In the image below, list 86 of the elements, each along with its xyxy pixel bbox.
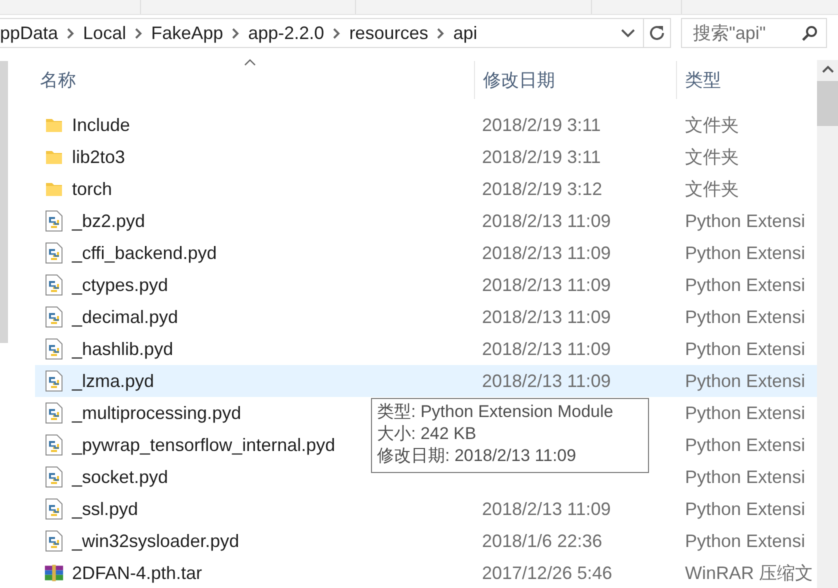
- file-name: 2DFAN-4.pth.tar: [72, 562, 202, 584]
- file-name: _decimal.pyd: [72, 306, 178, 328]
- file-name: _lzma.pyd: [72, 370, 154, 392]
- file-name: _ctypes.pyd: [72, 274, 168, 296]
- python-file-icon: [45, 530, 63, 552]
- file-type: Python Extensi: [685, 274, 806, 294]
- search-placeholder: 搜索"api": [693, 22, 766, 45]
- file-type: Python Extensi: [685, 498, 806, 518]
- modified-date: 2018/2/19 3:11: [481, 114, 601, 134]
- modified-date: 2018/2/19 3:12: [481, 178, 602, 198]
- python-file-icon: [45, 434, 63, 456]
- file-type: Python Extensi: [685, 402, 806, 422]
- file-type: Python Extensi: [685, 306, 806, 326]
- chevron-right-icon: [437, 28, 444, 38]
- archive-icon: [44, 563, 64, 583]
- breadcrumb[interactable]: api: [453, 22, 478, 44]
- chevron-right-icon: [67, 28, 74, 38]
- scrollbar[interactable]: [0, 61, 8, 343]
- address-bar[interactable]: ppData Local FakeApp app-2.2.0 resources api: [0, 18, 671, 48]
- python-file-icon: [45, 498, 63, 520]
- tooltip-line: 修改日期: 2018/2/13 11:09: [377, 445, 578, 467]
- breadcrumb[interactable]: resources: [349, 22, 428, 44]
- file-name: _ssl.pyd: [72, 498, 138, 520]
- file-type: Python Extensi: [685, 466, 806, 486]
- scroll-thumb[interactable]: [817, 81, 838, 126]
- file-type: Python Extensi: [685, 242, 806, 262]
- modified-date: 2018/1/6 22:36: [481, 530, 602, 550]
- file-type: Python Extensi: [685, 530, 806, 550]
- search-icon: [802, 25, 818, 41]
- modified-date: 2018/2/19 3:11: [481, 146, 601, 166]
- file-name: _multiprocessing.pyd: [72, 402, 242, 424]
- modified-date: 2018/2/13 11:09: [481, 306, 611, 326]
- modified-date: 2018/2/13 11:09: [481, 370, 611, 390]
- file-type: Python Extensi: [685, 338, 806, 358]
- file-name: lib2to3: [72, 146, 126, 168]
- file-name: Include: [72, 114, 130, 136]
- modified-date: 2018/2/13 11:09: [481, 338, 611, 358]
- file-type: Python Extensi: [685, 210, 806, 230]
- file-name: torch: [72, 178, 112, 200]
- python-file-icon: [45, 338, 63, 360]
- folder-icon: [45, 116, 63, 134]
- file-type: WinRAR 压缩文: [685, 563, 814, 583]
- sort-caret-icon: [244, 59, 256, 66]
- file-type: Python Extensi: [685, 434, 806, 454]
- python-file-icon: [45, 306, 63, 328]
- dropdown-chevron-icon[interactable]: [621, 28, 635, 38]
- breadcrumb[interactable]: ppData: [0, 22, 58, 44]
- file-type: Python Extensi: [685, 370, 806, 390]
- modified-date: 2018/2/13 11:09: [481, 498, 611, 518]
- chevron-right-icon: [135, 28, 142, 38]
- modified-date: 2018/2/13 11:09: [481, 210, 611, 230]
- tooltip-line: 类型: Python Extension Module: [377, 401, 614, 423]
- column-header[interactable]: 名称: [35, 70, 76, 90]
- python-file-icon: [45, 210, 63, 232]
- search-field[interactable]: 搜索"api": [681, 18, 827, 48]
- breadcrumb[interactable]: app-2.2.0: [248, 22, 324, 44]
- file-type: 文件夹: [685, 115, 739, 135]
- python-file-icon: [45, 402, 63, 424]
- folder-icon: [45, 180, 63, 198]
- modified-date: 2017/12/26 5:46: [481, 562, 612, 582]
- file-name: _cffi_backend.pyd: [72, 242, 217, 264]
- scroll-up-icon[interactable]: [822, 65, 834, 73]
- column-header[interactable]: 修改日期: [478, 68, 555, 92]
- file-name: _bz2.pyd: [72, 210, 146, 232]
- file-name: _socket.pyd: [72, 466, 168, 488]
- python-file-icon: [45, 242, 63, 264]
- modified-date: 2018/2/13 11:09: [481, 274, 611, 294]
- breadcrumb[interactable]: Local: [83, 22, 126, 44]
- python-file-icon: [45, 370, 63, 392]
- file-type: 文件夹: [685, 179, 739, 199]
- row-highlight[interactable]: [35, 365, 817, 397]
- chevron-right-icon: [232, 28, 240, 38]
- file-name: _win32sysloader.pyd: [72, 530, 240, 552]
- file-type: 文件夹: [685, 147, 739, 167]
- python-file-icon: [45, 274, 63, 296]
- modified-date: 2018/2/13 11:09: [481, 242, 611, 262]
- chevron-right-icon: [333, 28, 340, 38]
- python-file-icon: [45, 466, 63, 488]
- refresh-icon[interactable]: [648, 24, 666, 42]
- breadcrumb[interactable]: FakeApp: [151, 22, 224, 44]
- file-name: _hashlib.pyd: [72, 338, 174, 360]
- column-header[interactable]: 类型: [680, 68, 721, 92]
- folder-icon: [45, 148, 63, 166]
- scrollbar[interactable]: [817, 60, 838, 588]
- file-name: _pywrap_tensorflow_internal.pyd: [72, 434, 336, 456]
- tooltip-line: 大小: 242 KB: [377, 423, 478, 445]
